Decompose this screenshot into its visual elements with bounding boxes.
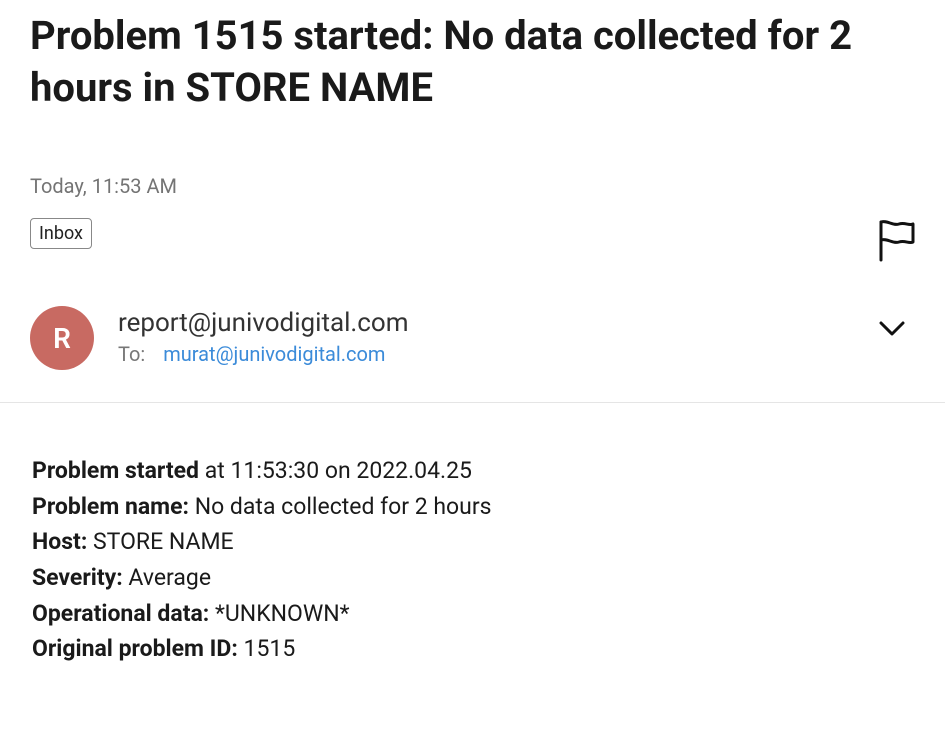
folder-chip[interactable]: Inbox [30,218,92,249]
body-line-host: Host: STORE NAME [32,524,915,560]
original-problem-id-label: Original problem ID: [32,635,238,662]
flag-button[interactable] [875,218,915,266]
problem-name-value: No data collected for 2 hours [189,493,492,520]
to-label: To: [118,342,145,366]
body-line-severity: Severity: Average [32,560,915,596]
recipient-email[interactable]: murat@junivodigital.com [163,342,385,366]
recipient-row: To: murat@junivodigital.com [118,342,853,366]
severity-value: Average [123,564,211,591]
sender-email[interactable]: report@junivodigital.com [118,308,853,338]
operational-data-value: *UNKNOWN* [209,600,349,627]
problem-started-value: at 11:53:30 on 2022.04.25 [199,457,472,484]
email-body: Problem started at 11:53:30 on 2022.04.2… [30,453,915,667]
email-subject: Problem 1515 started: No data collected … [30,10,915,114]
severity-label: Severity: [32,564,123,591]
sender-avatar[interactable]: R [30,306,94,370]
problem-name-label: Problem name: [32,493,189,520]
flag-icon [875,218,915,262]
body-line-original-problem-id: Original problem ID: 1515 [32,631,915,667]
body-line-problem-name: Problem name: No data collected for 2 ho… [32,489,915,525]
divider [0,402,945,403]
problem-started-label: Problem started [32,457,199,484]
host-value: STORE NAME [87,528,233,555]
email-timestamp: Today, 11:53 AM [30,174,915,198]
operational-data-label: Operational data: [32,600,209,627]
chevron-down-icon [877,318,907,338]
original-problem-id-value: 1515 [238,635,295,662]
sender-row: R report@junivodigital.com To: murat@jun… [30,306,915,370]
body-line-operational-data: Operational data: *UNKNOWN* [32,596,915,632]
host-label: Host: [32,528,87,555]
body-line-problem-started: Problem started at 11:53:30 on 2022.04.2… [32,453,915,489]
expand-details-button[interactable] [877,306,915,342]
meta-row: Inbox [30,218,915,266]
sender-info: report@junivodigital.com To: murat@juniv… [118,306,853,366]
